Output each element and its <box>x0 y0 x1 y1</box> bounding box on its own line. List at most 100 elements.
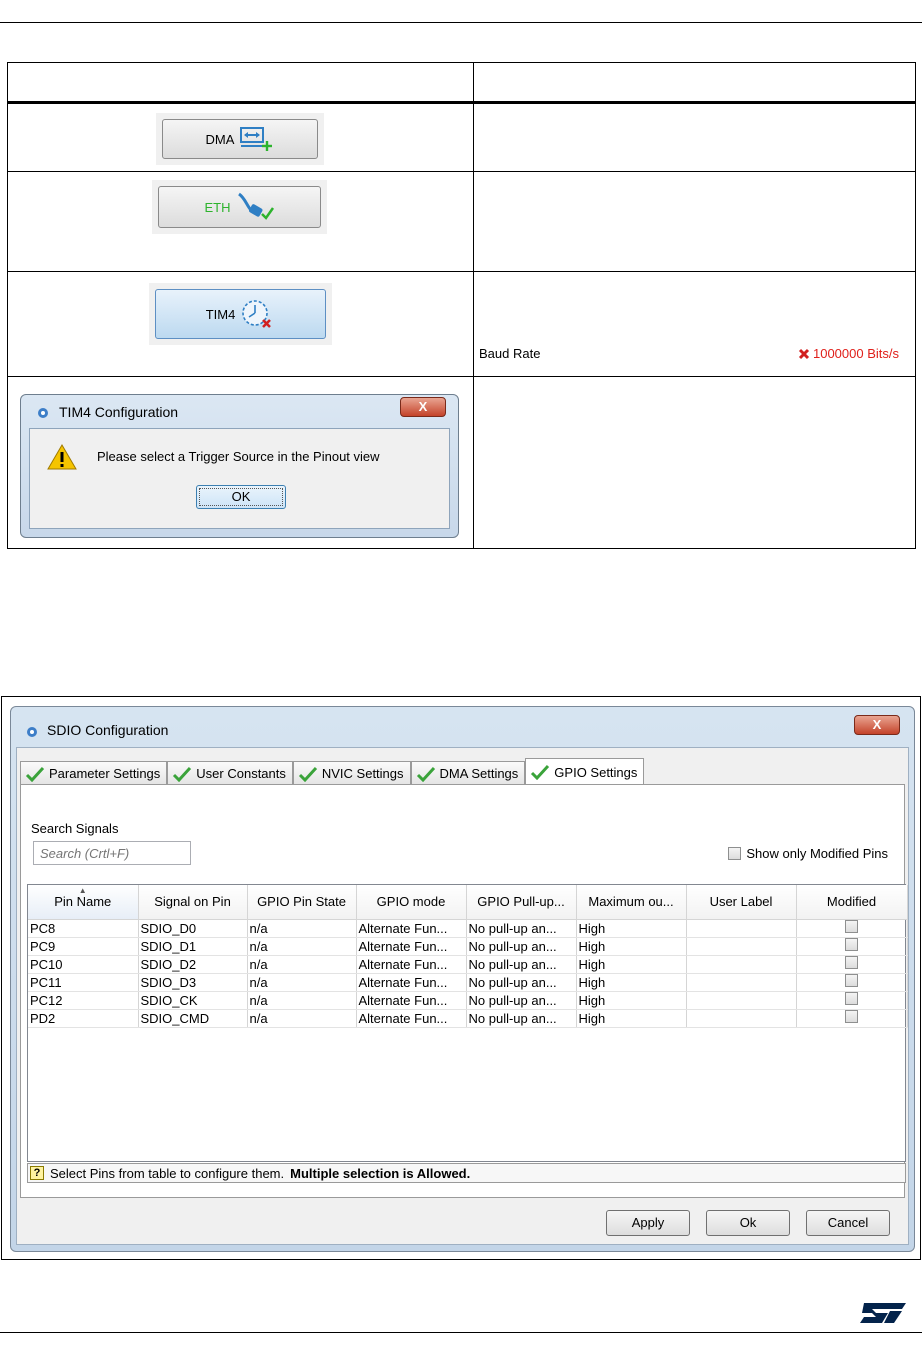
column-header-pull[interactable]: GPIO Pull-up... <box>466 885 577 920</box>
status-text-bold: Multiple selection is Allowed. <box>290 1165 471 1181</box>
table-row[interactable]: PC8 SDIO_D0 n/a Alternate Fun... No pull… <box>28 919 908 938</box>
tab-gpio-settings[interactable]: GPIO Settings <box>525 758 645 785</box>
modified-checkbox[interactable] <box>845 974 858 987</box>
tim4-button-label: TIM4 <box>205 306 236 322</box>
tab-dma-settings[interactable]: DMA Settings <box>410 761 526 785</box>
tim4-configuration-dialog: TIM4 Configuration X Please select a Tri… <box>20 394 459 538</box>
footer-rule <box>0 1332 922 1333</box>
cell-pin-name: PC10 <box>28 955 139 974</box>
dma-add-icon <box>240 127 273 151</box>
cell-pin-name: PC11 <box>28 973 139 992</box>
sdio-configuration-window: SDIO Configuration X Parameter Settings … <box>10 706 915 1252</box>
tim4-button-screenshot: TIM4 <box>149 283 332 345</box>
modified-checkbox[interactable] <box>845 992 858 1005</box>
eth-button-label: ETH <box>204 199 231 215</box>
table-row[interactable]: PC12 SDIO_CK n/a Alternate Fun... No pul… <box>28 991 908 1010</box>
modified-checkbox[interactable] <box>845 938 858 951</box>
status-bar: ? Select Pins from table to configure th… <box>27 1163 906 1183</box>
cell-gpio-mode: Alternate Fun... <box>356 919 467 938</box>
cell-user-label <box>686 1009 797 1028</box>
ok-button[interactable]: OK <box>196 485 286 509</box>
column-header-modified[interactable]: Modified <box>796 885 908 920</box>
cell-gpio-mode: Alternate Fun... <box>356 991 467 1010</box>
row-divider <box>8 271 915 272</box>
tab-nvic-settings[interactable]: NVIC Settings <box>292 761 411 785</box>
cell-modified <box>796 919 908 938</box>
ethernet-check-icon <box>237 192 274 220</box>
column-label: Pin Name <box>54 894 112 910</box>
apply-button[interactable]: Apply <box>606 1210 690 1236</box>
sdio-figure-frame: SDIO Configuration X Parameter Settings … <box>1 696 921 1260</box>
dialog-message: Please select a Trigger Source in the Pi… <box>97 449 380 464</box>
cell-max-output: High <box>576 973 687 992</box>
ok-button[interactable]: Ok <box>706 1210 790 1236</box>
tab-user-constants[interactable]: User Constants <box>167 761 293 785</box>
cell-pull: No pull-up an... <box>466 955 577 974</box>
tim4-button[interactable]: TIM4 <box>155 289 326 339</box>
column-header-max-output[interactable]: Maximum ou... <box>576 885 687 920</box>
cell-pin-state: n/a <box>247 919 357 938</box>
column-header-pin-name[interactable]: ▲ Pin Name <box>28 885 139 920</box>
baud-rate-value: 1000000 Bits/s <box>798 346 899 361</box>
cell-max-output: High <box>576 919 687 938</box>
table-row[interactable]: PC11 SDIO_D3 n/a Alternate Fun... No pul… <box>28 973 908 992</box>
column-header-signal[interactable]: Signal on Pin <box>138 885 248 920</box>
tab-parameter-settings[interactable]: Parameter Settings <box>20 761 168 785</box>
tab-label: NVIC Settings <box>321 766 404 781</box>
baud-rate-value-text: 1000000 Bits/s <box>812 346 899 361</box>
header-rule <box>0 22 922 23</box>
dialog-title: TIM4 Configuration <box>59 404 179 420</box>
cancel-button[interactable]: Cancel <box>806 1210 890 1236</box>
baud-rate-row: Baud Rate 1000000 Bits/s <box>479 346 899 362</box>
close-button[interactable]: X <box>400 397 446 417</box>
show-modified-toggle[interactable]: Show only Modified Pins <box>728 846 888 861</box>
table-row[interactable]: PC10 SDIO_D2 n/a Alternate Fun... No pul… <box>28 955 908 974</box>
column-header-pin-state[interactable]: GPIO Pin State <box>247 885 357 920</box>
column-header-gpio-mode[interactable]: GPIO mode <box>356 885 467 920</box>
eth-button[interactable]: ETH <box>158 186 321 228</box>
dma-button[interactable]: DMA <box>162 119 318 159</box>
cell-modified <box>796 973 908 992</box>
search-input[interactable] <box>33 841 191 865</box>
row-divider <box>8 171 915 172</box>
cell-pin-name: PC9 <box>28 937 139 956</box>
column-header-user-label[interactable]: User Label <box>686 885 797 920</box>
cell-signal: SDIO_D2 <box>138 955 248 974</box>
cell-pin-name: PC8 <box>28 919 139 938</box>
modified-checkbox[interactable] <box>845 1010 858 1023</box>
warning-icon <box>47 444 77 470</box>
cell-pin-state: n/a <box>247 991 357 1010</box>
check-icon <box>173 766 192 782</box>
cell-pull: No pull-up an... <box>466 1009 577 1028</box>
cell-pull: No pull-up an... <box>466 937 577 956</box>
dialog-buttons: Apply Ok Cancel <box>606 1210 890 1236</box>
cell-pin-state: n/a <box>247 1009 357 1028</box>
cell-max-output: High <box>576 955 687 974</box>
eth-button-screenshot: ETH <box>152 180 327 234</box>
cell-gpio-mode: Alternate Fun... <box>356 937 467 956</box>
table-row[interactable]: PD2 SDIO_CMD n/a Alternate Fun... No pul… <box>28 1009 908 1028</box>
cell-user-label <box>686 919 797 938</box>
check-icon <box>25 766 45 782</box>
help-icon: ? <box>30 1166 44 1180</box>
modified-checkbox[interactable] <box>845 920 858 933</box>
modified-checkbox[interactable] <box>845 956 858 969</box>
check-icon <box>531 764 550 780</box>
search-signals-label: Search Signals <box>31 821 119 836</box>
dialog-body: Please select a Trigger Source in the Pi… <box>29 428 450 529</box>
pin-table: ▲ Pin Name Signal on Pin GPIO Pin State G… <box>27 884 908 1162</box>
show-modified-checkbox[interactable] <box>728 847 742 860</box>
icon-table: DMA ETH TIM4 TIM4 Configuration X Please… <box>7 62 916 549</box>
tab-label: Parameter Settings <box>49 766 161 781</box>
error-x-icon <box>798 348 810 359</box>
close-button[interactable]: X <box>854 715 900 735</box>
cell-gpio-mode: Alternate Fun... <box>356 955 467 974</box>
cell-signal: SDIO_D3 <box>138 973 248 992</box>
table-row[interactable]: PC9 SDIO_D1 n/a Alternate Fun... No pull… <box>28 937 908 956</box>
status-text: Select Pins from table to configure them… <box>50 1165 285 1181</box>
cell-user-label <box>686 973 797 992</box>
cell-pull: No pull-up an... <box>466 973 577 992</box>
table-header-row: ▲ Pin Name Signal on Pin GPIO Pin State G… <box>28 885 908 920</box>
tab-label: User Constants <box>196 766 286 781</box>
cell-signal: SDIO_CK <box>138 991 248 1010</box>
